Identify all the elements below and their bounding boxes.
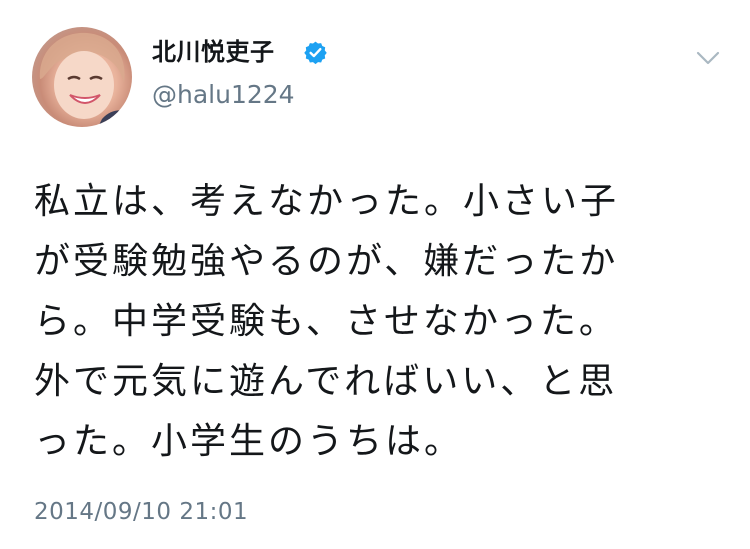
chevron-down-icon[interactable] <box>696 50 720 66</box>
tweet-text-line: った。小学生のうちは。 <box>34 421 464 462</box>
avatar-image <box>39 32 132 127</box>
tweet-text-line: 私立は、考えなかった。小さい子 <box>34 181 620 222</box>
tweet-text-line: が受験勉強やるのが、嫌だったか <box>34 241 619 282</box>
tweet-text: 私立は、考えなかった。小さい子 が受験勉強やるのが、嫌だったか ら。中学受験も、… <box>34 172 724 472</box>
user-handle[interactable]: @halu1224 <box>152 80 295 110</box>
verified-badge-icon <box>304 41 327 65</box>
tweet-text-line: ら。中学受験も、させなかった。 <box>34 301 618 342</box>
user-avatar[interactable] <box>32 27 132 127</box>
tweet-card: 北川悦吏子 @halu1224 私立は、考えなかった。小さい子 が受験勉強やるの… <box>0 0 750 549</box>
display-name[interactable]: 北川悦吏子 <box>152 38 275 66</box>
tweet-timestamp[interactable]: 2014/09/10 21:01 <box>34 497 248 527</box>
tweet-text-line: 外で元気に遊んでればいい、と思 <box>34 361 618 402</box>
